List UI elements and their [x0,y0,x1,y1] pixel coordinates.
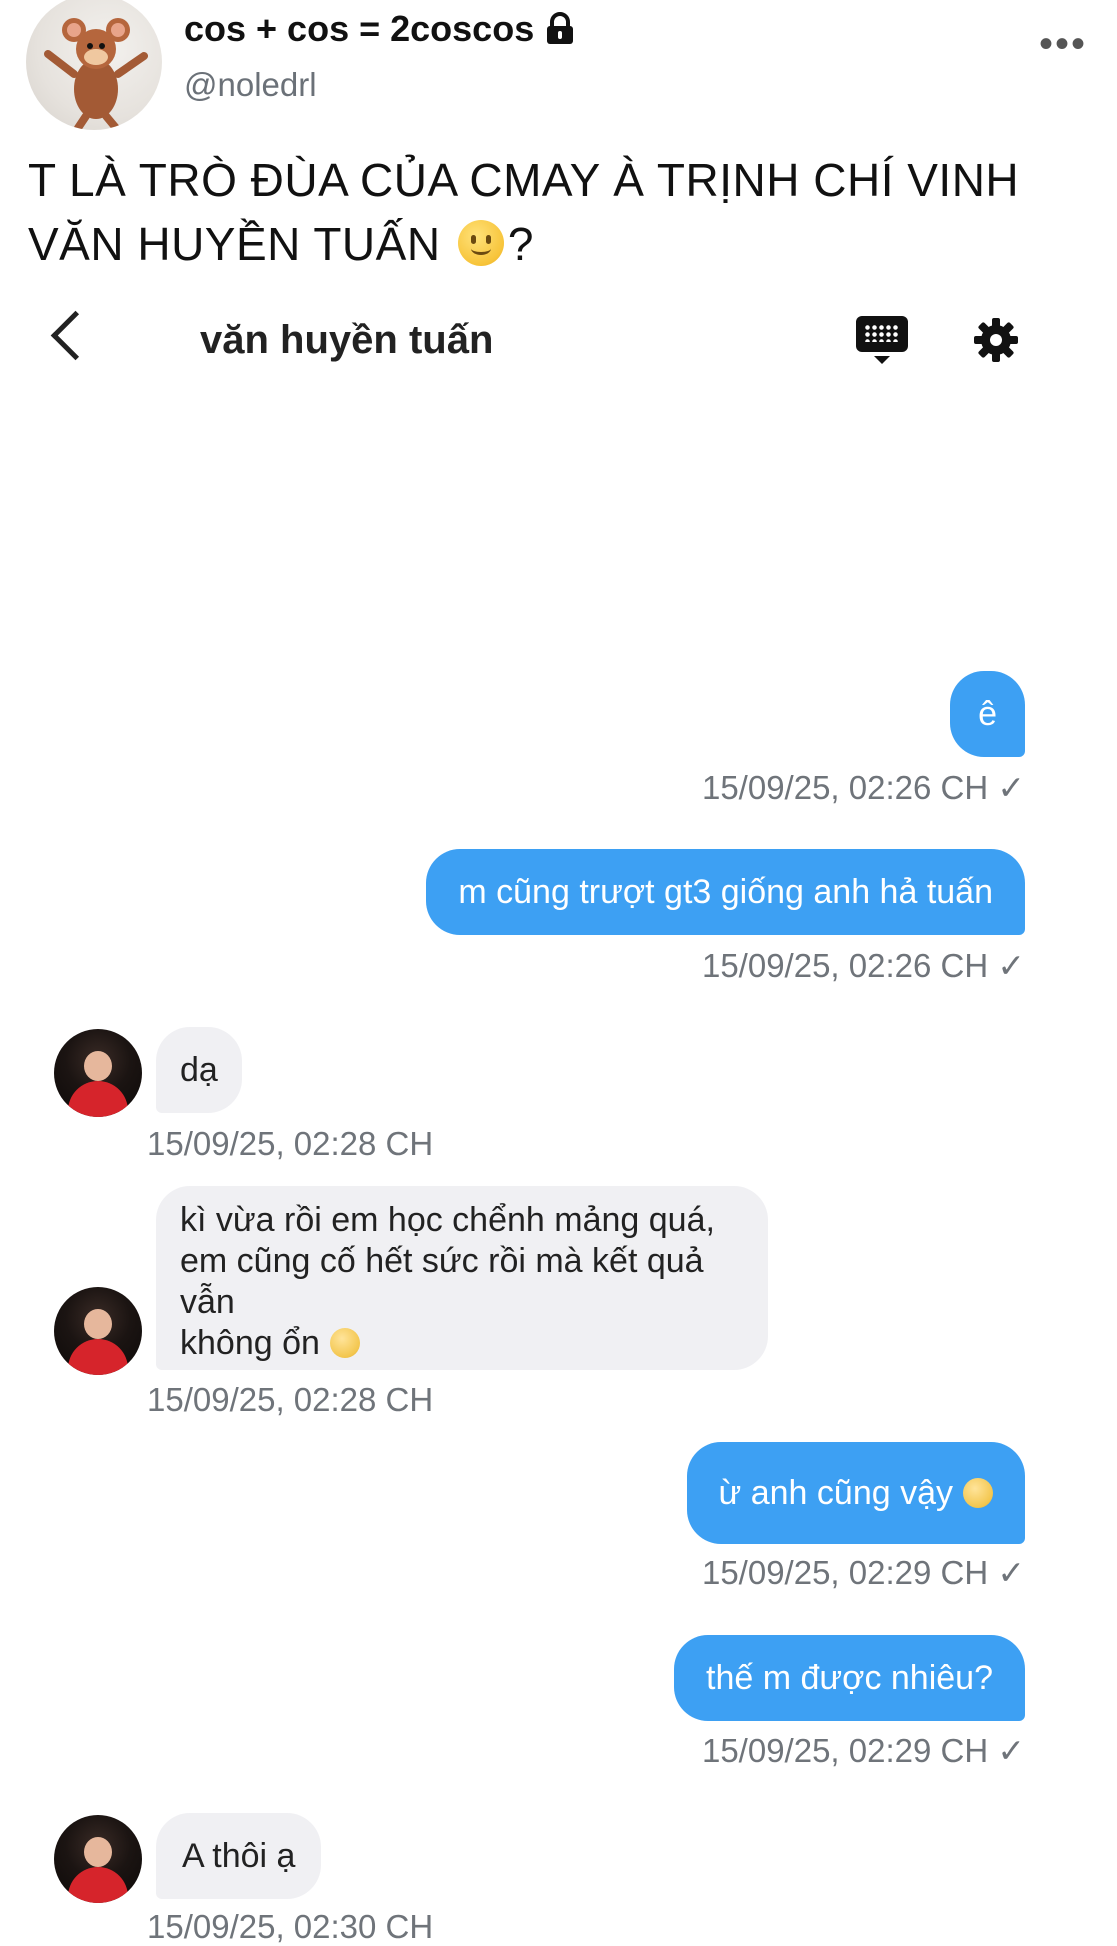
contact-avatar [54,1815,142,1903]
contact-avatar [54,1029,142,1117]
message-bubble-outgoing: thế m được nhiêu? [674,1635,1025,1721]
message-text-line: kì vừa rồi em học chểnh mảng quá, [180,1201,715,1239]
message-timestamp: 15/09/25, 02:26 CH ✓ [701,947,1025,984]
message-bubble-outgoing: m cũng trượt gt3 giống anh hả tuấn [426,849,1025,935]
message-text: m cũng trượt gt3 giống anh hả tuấn [458,872,993,911]
message-text: thế m được nhiêu? [706,1658,993,1697]
message-timestamp: 15/09/25, 02:28 CH [147,1381,434,1418]
sad-emoji [963,1478,993,1508]
keyboard-icon [856,316,908,364]
tweet-text-line2: VĂN HUYỀN TUẤN [28,218,441,270]
message-timestamp: 15/09/25, 02:29 CH ✓ [701,1554,1025,1591]
jerry-mouse-image [44,18,148,130]
message-timestamp: 15/09/25, 02:28 CH [147,1125,434,1162]
user-handle[interactable]: @noledrl [184,66,317,104]
more-icon[interactable]: ••• [1039,22,1087,67]
message-text: A thôi ạ [182,1836,296,1875]
message-text: dạ [180,1050,218,1089]
display-name[interactable]: cos + cos = 2coscos [184,8,576,50]
message-text: ê [978,694,997,733]
chat-title: văn huyền tuấn [200,318,494,362]
tweet-text-line1: T LÀ TRÒ ĐÙA CỦA CMAY À TRỊNH CHÍ VINH [28,154,1020,206]
tweet-text: T LÀ TRÒ ĐÙA CỦA CMAY À TRỊNH CHÍ VINH V… [28,148,1088,276]
message-bubble-incoming: kì vừa rồi em học chểnh mảng quá, em cũn… [156,1186,768,1370]
lock-icon [547,12,574,44]
message-text-line: không ổn [180,1324,320,1362]
message-timestamp: 15/09/25, 02:30 CH [147,1908,434,1945]
back-chevron-icon [50,310,101,361]
pensive-emoji [329,1328,360,1358]
message-bubble-incoming: A thôi ạ [156,1813,322,1899]
message-text-line: em cũng cố hết sức rồi mà kết quả vẫn [180,1242,704,1321]
message-timestamp: 15/09/25, 02:29 CH ✓ [701,1732,1025,1769]
contact-avatar [54,1287,142,1375]
gear-icon [974,318,1018,362]
smile-emoji [457,220,504,266]
display-name-text: cos + cos = 2coscos [184,8,535,49]
user-avatar[interactable] [26,0,162,130]
message-timestamp: 15/09/25, 02:26 CH ✓ [701,769,1025,806]
message-bubble-outgoing: ê [950,671,1025,757]
tweet-text-line2-end: ? [507,218,534,270]
message-text: ừ anh cũng vậy [718,1473,953,1512]
message-bubble-incoming: dạ [156,1027,242,1113]
message-bubble-outgoing: ừ anh cũng vậy [686,1442,1025,1544]
